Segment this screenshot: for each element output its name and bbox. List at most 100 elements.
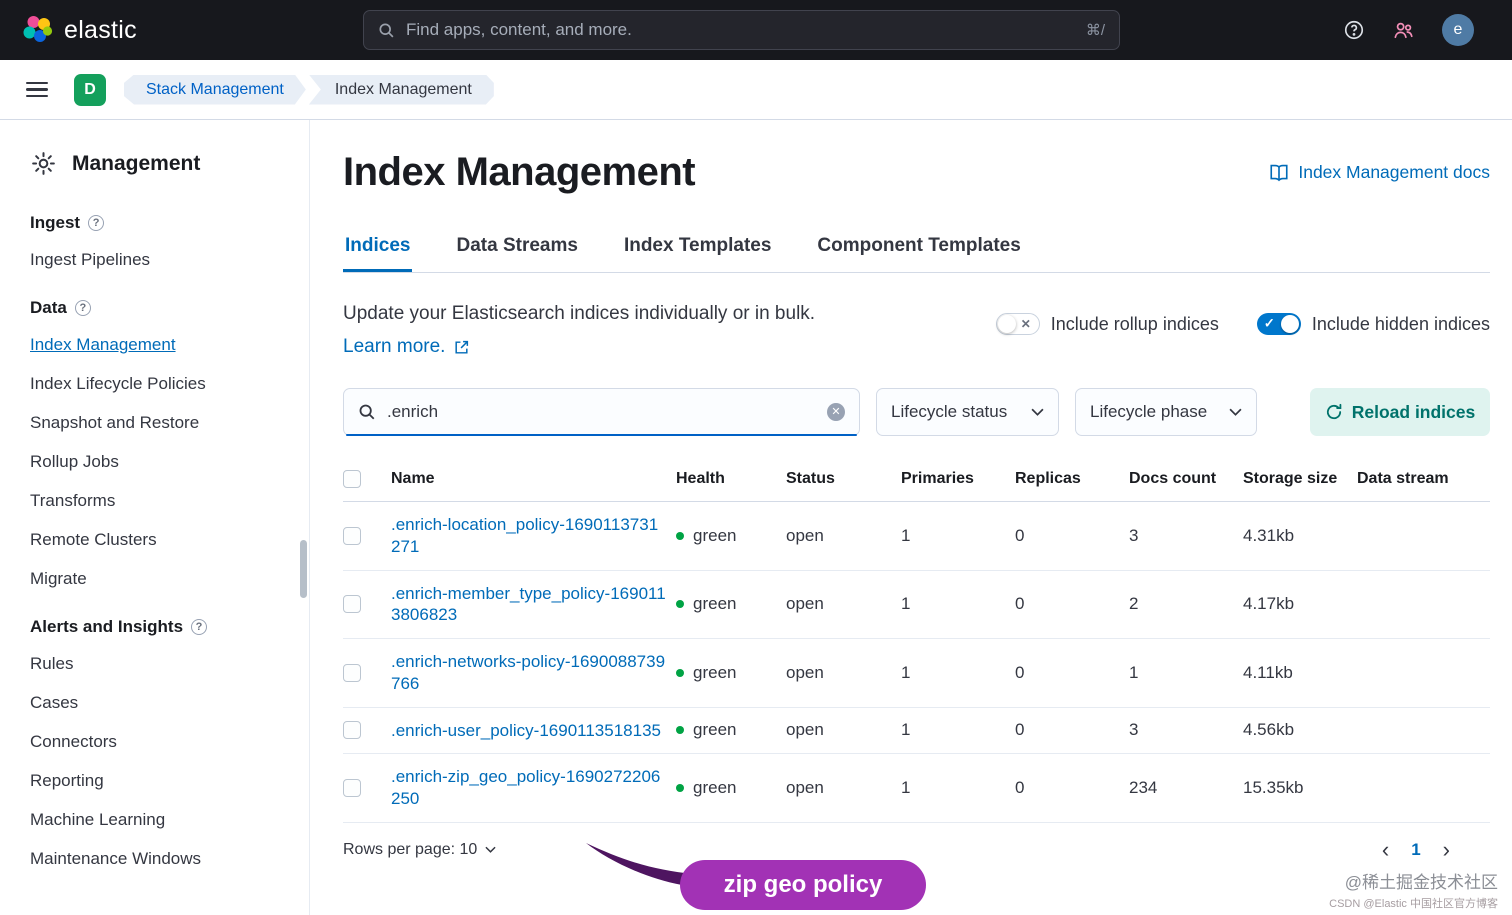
sidebar-item-remote-clusters[interactable]: Remote Clusters [30,530,291,550]
rollup-toggle-label: Include rollup indices [1050,313,1219,334]
sidebar-section-title: Data? [30,298,291,318]
index-name-link[interactable]: .enrich-user_policy-1690113518135 [391,720,661,742]
sidebar-item-transforms[interactable]: Transforms [30,491,291,511]
users-icon[interactable] [1392,19,1415,42]
health-label: green [693,778,737,797]
sidebar-item-rollup-jobs[interactable]: Rollup Jobs [30,452,291,472]
include-rollup-toggle[interactable]: ✕ [995,313,1040,335]
index-search-input[interactable]: .enrich ✕ [343,388,860,436]
column-header-name: Name [391,464,676,502]
tab-indices[interactable]: Indices [343,235,412,272]
refresh-icon [1326,403,1342,420]
index-name-link[interactable]: .enrich-networks-policy-1690088739766 [391,651,666,695]
index-name-link[interactable]: .enrich-member_type_policy-1690113806823 [391,583,666,627]
table-row: .enrich-location_policy-1690113731271 gre… [343,501,1490,571]
sidebar-section-label: Ingest [30,213,81,232]
toggle-group: ✕ Include rollup indices ✓ Include hidde… [995,303,1490,358]
sidebar-item-cases[interactable]: Cases [30,693,291,713]
lifecycle-status-label: Lifecycle status [891,402,1008,421]
tab-data-streams[interactable]: Data Streams [454,235,579,272]
learn-more-link[interactable]: Learn more. [343,336,470,358]
sidebar-section-alerts-and-insights: Alerts and Insights? Rules Cases Connectors… [30,617,291,869]
replicas-cell: 0 [1015,501,1129,571]
breadcrumb-stack-management[interactable]: Stack Management [124,75,306,105]
reload-indices-button[interactable]: Reload indices [1310,388,1490,436]
sidebar-item-migrate[interactable]: Migrate [30,569,291,589]
space-badge[interactable]: D [74,73,106,106]
global-search-input[interactable]: Find apps, content, and more. ⌘/ [363,10,1120,50]
help-icon[interactable] [1343,19,1365,41]
next-page-icon[interactable]: › [1443,838,1450,861]
storage-size-cell: 4.11kb [1243,638,1357,708]
page-number[interactable]: 1 [1411,840,1420,860]
sidebar-section-label: Data [30,298,67,317]
column-header-health: Health [676,464,786,502]
column-header-storage-size: Storage size [1243,464,1357,502]
table-row: .enrich-user_policy-1690113518135 green op… [343,707,1490,755]
previous-page-icon[interactable]: ‹ [1382,838,1389,861]
primaries-cell: 1 [901,638,1015,708]
tab-bar: Indices Data Streams Index Templates Compon… [343,235,1490,273]
health-dot-icon [676,531,684,540]
table-row: .enrich-zip_geo_policy-1690272206250 gree… [343,753,1490,823]
sidebar-section-label: Alerts and Insights [30,617,184,636]
main-content: Index Management Index Management docs I… [310,120,1512,915]
row-checkbox[interactable] [343,526,361,545]
health-cell: green [676,594,776,614]
sidebar-section-title: Alerts and Insights? [30,617,291,637]
sidebar-item-maintenance-windows[interactable]: Maintenance Windows [30,849,291,869]
health-cell: green [676,778,776,798]
menu-icon[interactable] [26,81,48,98]
elastic-brand[interactable]: elastic [22,15,137,45]
management-sidebar: Management Ingest? Ingest Pipelines Data? I… [0,120,310,915]
sidebar-item-machine-learning[interactable]: Machine Learning [30,810,291,830]
lifecycle-status-select[interactable]: Lifecycle status [876,388,1059,436]
sidebar-item-reporting[interactable]: Reporting [30,771,291,791]
sidebar-item-connectors[interactable]: Connectors [30,732,291,752]
include-hidden-toggle[interactable]: ✓ [1256,313,1301,335]
health-cell: green [676,526,776,546]
tab-component-templates[interactable]: Component Templates [815,235,1022,272]
sidebar-item-rules[interactable]: Rules [30,654,291,674]
sidebar-section-data: Data? Index Management Index Lifecycle Pol… [30,298,291,589]
lifecycle-phase-label: Lifecycle phase [1090,402,1208,421]
clear-search-icon[interactable]: ✕ [827,403,845,421]
docs-link[interactable]: Index Management docs [1269,162,1490,183]
health-cell: green [676,663,776,683]
select-all-checkbox[interactable] [343,470,361,488]
table-header-row: Name Health Status Primaries Replicas Docs co… [343,464,1490,502]
index-name-link[interactable]: .enrich-zip_geo_policy-1690272206250 [391,766,666,810]
storage-size-cell: 4.17kb [1243,570,1357,639]
sidebar-item-index-management[interactable]: Index Management [30,335,291,355]
health-label: green [693,525,737,545]
replicas-cell: 0 [1015,753,1129,823]
page-description: Update your Elasticsearch indices indivi… [343,303,816,324]
sidebar-item-index-lifecycle-policies[interactable]: Index Lifecycle Policies [30,374,291,394]
check-icon: ✓ [1263,315,1275,331]
sidebar-scrollbar[interactable] [300,540,307,598]
chevron-down-icon [1031,408,1044,416]
row-checkbox[interactable] [343,721,361,740]
health-label: green [693,662,737,682]
breadcrumb-index-management: Index Management [309,75,494,105]
page: elastic Find apps, content, and more. ⌘/… [0,0,1512,915]
sidebar-sections: Ingest? Ingest Pipelines Data? Index Manage… [30,213,291,869]
row-checkbox[interactable] [343,663,361,682]
sidebar-title: Management [72,151,201,175]
user-avatar[interactable]: e [1442,14,1474,46]
health-label: green [693,594,737,614]
annotation-callout: zip geo policy [680,860,926,910]
row-checkbox[interactable] [343,779,361,797]
row-checkbox[interactable] [343,595,361,614]
top-header: elastic Find apps, content, and more. ⌘/… [0,0,1512,60]
sidebar-item-snapshot-and-restore[interactable]: Snapshot and Restore [30,413,291,433]
table-row: .enrich-member_type_policy-1690113806823… [343,570,1490,639]
index-name-link[interactable]: .enrich-location_policy-1690113731271 [391,514,666,558]
external-link-icon [455,340,469,354]
lifecycle-phase-select[interactable]: Lifecycle phase [1075,388,1257,436]
section-help-icon: ? [88,215,105,231]
rows-per-page-select[interactable]: Rows per page: 10 [343,841,496,859]
tab-index-templates[interactable]: Index Templates [622,235,773,272]
primaries-cell: 1 [901,501,1015,571]
sidebar-item-ingest-pipelines[interactable]: Ingest Pipelines [30,250,291,270]
